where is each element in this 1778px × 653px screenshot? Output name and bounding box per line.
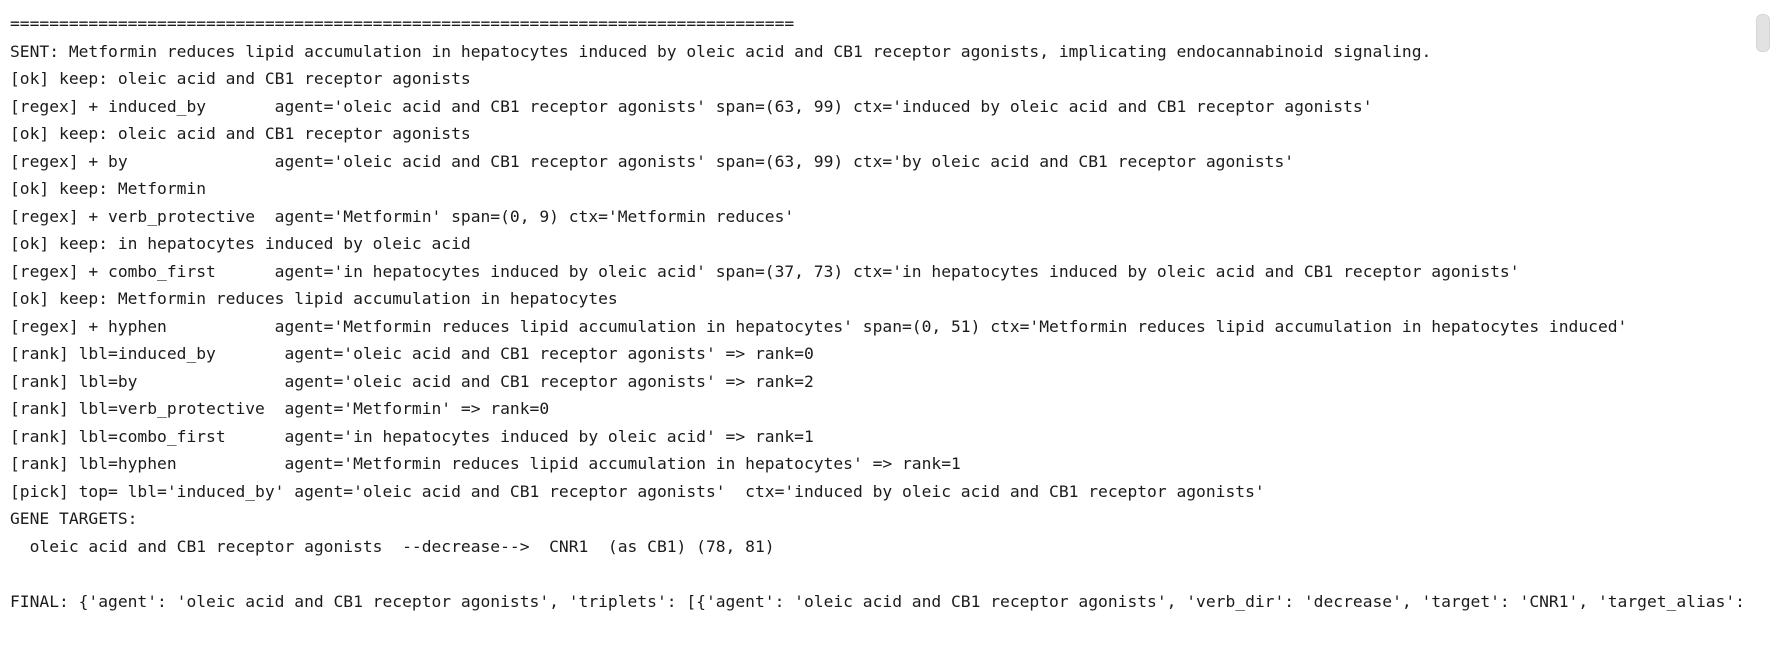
- log-line-ok: [ok] keep: Metformin: [10, 179, 207, 198]
- log-line-pick: [pick] top= lbl='induced_by' agent='olei…: [10, 481, 1265, 501]
- final-result-line: FINAL: {'agent': 'oleic acid and CB1 rec…: [10, 591, 1778, 611]
- log-line-rank: [rank] lbl=by agent='oleic acid and CB1 …: [10, 371, 814, 391]
- log-line-ok: [ok] keep: in hepatocytes induced by ole…: [10, 234, 471, 253]
- log-line-rank: [rank] lbl=induced_by agent='oleic acid …: [10, 344, 814, 363]
- log-line-regex: [regex] + hyphen agent='Metformin reduce…: [10, 316, 1628, 336]
- log-line-regex: [regex] + induced_by agent='oleic acid a…: [10, 96, 1373, 116]
- log-line-rank: [rank] lbl=hyphen agent='Metformin reduc…: [10, 454, 961, 473]
- log-line-regex: [regex] + verb_protective agent='Metform…: [10, 206, 795, 226]
- separator-line: ========================================…: [10, 14, 795, 33]
- separator-line: ========================================…: [10, 643, 1738, 653]
- log-line-regex: [regex] + combo_first agent='in hepatocy…: [10, 261, 1520, 281]
- log-line-regex: [regex] + by agent='oleic acid and CB1 r…: [10, 151, 1295, 171]
- console-text-area: ========================================…: [10, 10, 1778, 653]
- sentence-line: SENT: Metformin reduces lipid accumulati…: [10, 41, 1432, 61]
- gene-targets-header: GENE TARGETS:: [10, 509, 138, 528]
- log-line-ok: [ok] keep: oleic acid and CB1 receptor a…: [10, 69, 471, 88]
- log-line-ok: [ok] keep: Metformin reduces lipid accum…: [10, 289, 618, 308]
- log-line-rank: [rank] lbl=combo_first agent='in hepatoc…: [10, 426, 814, 446]
- log-line-ok: [ok] keep: oleic acid and CB1 receptor a…: [10, 124, 471, 143]
- scrollbar-thumb[interactable]: [1756, 14, 1770, 52]
- vertical-scrollbar[interactable]: [1752, 0, 1778, 653]
- gene-target-entry: oleic acid and CB1 receptor agonists --d…: [10, 536, 775, 556]
- log-line-rank: [rank] lbl=verb_protective agent='Metfor…: [10, 399, 550, 418]
- console-output-panel: ========================================…: [0, 0, 1778, 653]
